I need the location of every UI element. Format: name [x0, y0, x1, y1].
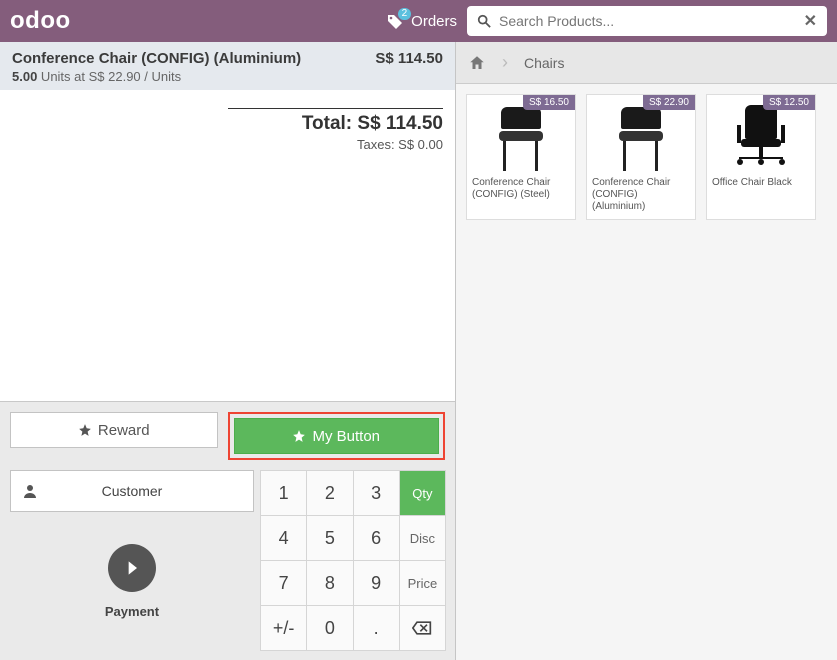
person-icon — [22, 483, 38, 499]
total-value: S$ 114.50 — [357, 113, 443, 134]
numpad-0[interactable]: 0 — [306, 605, 353, 651]
order-line[interactable]: Conference Chair (CONFIG) (Aluminium) S$… — [0, 42, 455, 90]
star-icon — [78, 423, 92, 437]
numpad-2[interactable]: 2 — [306, 470, 353, 516]
product-price: S$ 12.50 — [763, 95, 815, 110]
product-card[interactable]: S$ 16.50 Conference Chair (CONFIG) (Stee… — [466, 94, 576, 220]
search-icon — [477, 14, 491, 28]
breadcrumb-home[interactable] — [468, 54, 486, 72]
brand-logo: odoo — [10, 7, 71, 35]
payment-button[interactable]: Payment — [10, 512, 254, 650]
chevron-right-icon — [122, 558, 142, 578]
numpad-5[interactable]: 5 — [306, 515, 353, 561]
customer-label: Customer — [49, 483, 253, 499]
my-button-label: My Button — [312, 428, 380, 445]
breadcrumb-separator: › — [502, 52, 508, 73]
my-button-highlight: My Button — [228, 412, 446, 460]
taxes-value: S$ 0.00 — [398, 137, 443, 152]
product-pane: › Chairs S$ 16.50 Conference Chair (CONF… — [456, 42, 837, 660]
product-name: Conference Chair (CONFIG) (Aluminium) — [587, 173, 695, 219]
product-card[interactable]: S$ 22.90 Conference Chair (CONFIG) (Alum… — [586, 94, 696, 220]
actions-area: Reward My Button — [0, 401, 455, 660]
numpad-3[interactable]: 3 — [353, 470, 400, 516]
customer-button[interactable]: Customer — [10, 470, 254, 512]
product-grid: S$ 16.50 Conference Chair (CONFIG) (Stee… — [456, 84, 837, 230]
numpad-7[interactable]: 7 — [260, 560, 307, 606]
numpad-backspace[interactable] — [399, 605, 446, 651]
numpad-sign[interactable]: +/- — [260, 605, 307, 651]
backspace-icon — [412, 621, 432, 635]
breadcrumb-current[interactable]: Chairs — [524, 55, 564, 71]
numpad: 1 2 3 Qty 4 5 6 Disc 7 — [254, 470, 445, 650]
product-name: Office Chair Black — [707, 173, 815, 201]
orderline-total: S$ 114.50 — [375, 50, 443, 67]
order-pane: Conference Chair (CONFIG) (Aluminium) S$… — [0, 42, 456, 660]
numpad-dot[interactable]: . — [353, 605, 400, 651]
numpad-8[interactable]: 8 — [306, 560, 353, 606]
reward-label: Reward — [98, 422, 150, 439]
orderline-product-name: Conference Chair (CONFIG) (Aluminium) — [12, 50, 301, 67]
product-price: S$ 16.50 — [523, 95, 575, 110]
mode-price[interactable]: Price — [399, 560, 446, 606]
numpad-4[interactable]: 4 — [260, 515, 307, 561]
reward-button[interactable]: Reward — [10, 412, 218, 448]
mode-qty[interactable]: Qty — [399, 470, 446, 516]
order-totals: Total: S$ 114.50 Taxes: S$ 0.00 — [228, 108, 443, 152]
numpad-1[interactable]: 1 — [260, 470, 307, 516]
search-input[interactable] — [499, 13, 796, 29]
orderline-detail: 5.00 Units at S$ 22.90 / Units — [12, 69, 443, 84]
numpad-6[interactable]: 6 — [353, 515, 400, 561]
orders-label: Orders — [411, 13, 457, 30]
product-name: Conference Chair (CONFIG) (Steel) — [467, 173, 575, 207]
orders-button[interactable]: 2 Orders — [387, 12, 457, 30]
clear-search-icon[interactable]: ✕ — [804, 11, 817, 31]
star-icon — [292, 429, 306, 443]
search-box[interactable]: ✕ — [467, 6, 827, 36]
taxes-label: Taxes: — [357, 137, 398, 152]
product-card[interactable]: S$ 12.50 Office Chair Black — [706, 94, 816, 220]
payment-label: Payment — [105, 604, 159, 619]
total-label: Total: — [302, 113, 358, 134]
breadcrumb: › Chairs — [456, 42, 837, 84]
my-button[interactable]: My Button — [234, 418, 440, 454]
numpad-9[interactable]: 9 — [353, 560, 400, 606]
topbar: odoo 2 Orders ✕ — [0, 0, 837, 42]
orders-count-badge: 2 — [398, 8, 412, 20]
product-price: S$ 22.90 — [643, 95, 695, 110]
mode-disc[interactable]: Disc — [399, 515, 446, 561]
home-icon — [468, 54, 486, 72]
